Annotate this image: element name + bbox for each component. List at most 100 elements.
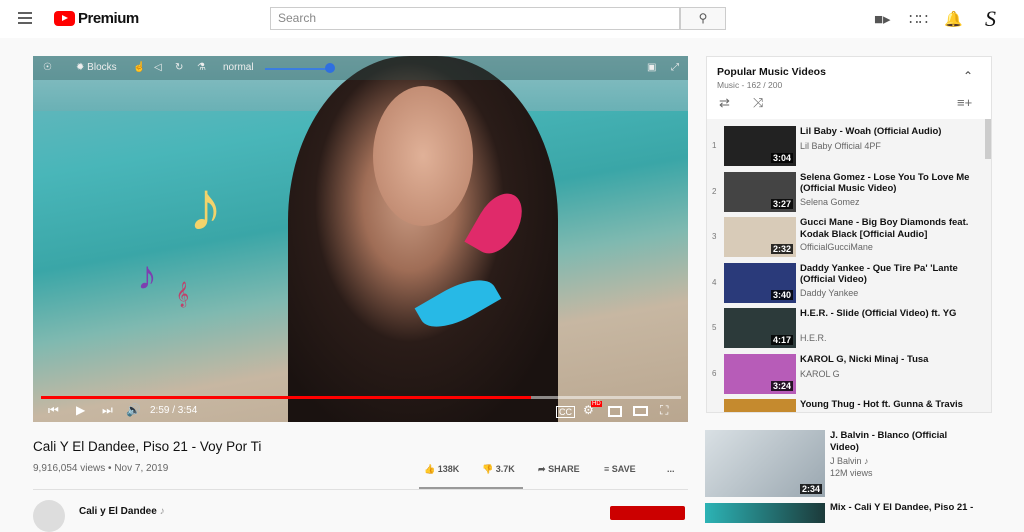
playlist-thumbnail[interactable]: 2:32 [724, 217, 796, 257]
loop-playlist-icon[interactable]: ⇄ [719, 95, 730, 111]
screenshot-icon[interactable]: ▣ [647, 62, 656, 73]
previous-icon[interactable]: ⏮ [48, 403, 59, 418]
up-next-views: 12M views [830, 468, 873, 478]
playlist-item-channel: Lil Baby Official 4PF [800, 141, 881, 151]
share-arrow-icon: ➦ [538, 464, 546, 474]
next-icon[interactable]: ⏭ [102, 403, 113, 418]
dislike-button[interactable]: 👎 3.7K [482, 464, 515, 475]
video-player[interactable]: ♪ ♪ 𝄞 ☉ ✹ Blocks ☝ ◁ ↻ ⚗ normal ▣ ⤢ ⏮ ▶ … [33, 56, 688, 422]
volume-icon[interactable]: 🔊 [126, 403, 141, 417]
play-icon[interactable]: ▶ [76, 403, 85, 417]
playlist-item-title: Daddy Yankee - Que Tire Pa' 'Lante (Offi… [800, 262, 958, 286]
channel-avatar[interactable] [33, 500, 65, 532]
playlist-item[interactable]: 6 3:24 KAROL G, Nicki Minaj - Tusa KAROL… [707, 351, 987, 396]
playlist-item[interactable]: 3 2:32 Gucci Mane - Big Boy Diamonds fea… [707, 214, 987, 259]
music-note-icon: ♪ [137, 254, 157, 298]
playlist-index: 2 [712, 186, 717, 196]
playlist-subtitle: Music - 162 / 200 [717, 80, 783, 90]
playlist-item-title: KAROL G, Nicki Minaj - Tusa [800, 353, 929, 365]
apps-grid-icon[interactable]: ∷∷ [909, 10, 928, 28]
time-display: 2:59 / 3:54 [150, 405, 198, 416]
playlist-thumbnail[interactable]: 3:04 [724, 126, 796, 166]
search-input[interactable]: Search [270, 7, 680, 30]
search-icon: ⚲ [698, 11, 708, 25]
duration-badge: 3:04 [770, 153, 793, 163]
menu-icon[interactable] [18, 12, 32, 24]
playlist-thumbnail[interactable]: 3:27 [724, 171, 796, 212]
playlist-item[interactable]: 1 3:04 Lil Baby - Woah (Official Audio) … [707, 123, 987, 168]
playlist-index: 3 [712, 232, 717, 241]
brand-label: Premium [78, 10, 139, 27]
playlist-thumbnail[interactable] [724, 399, 796, 412]
blocks-button[interactable]: ✹ Blocks [76, 62, 117, 73]
up-next-title[interactable]: J. Balvin - Blanco (Official Video) [830, 430, 970, 453]
like-button[interactable]: 👍 138K [424, 464, 459, 475]
duration-badge: 3:24 [770, 380, 793, 391]
playlist-index: 6 [712, 368, 717, 378]
create-video-icon[interactable]: ■▸ [874, 10, 891, 28]
more-actions-button[interactable]: ... [667, 464, 675, 474]
up-next-channel: J Balvin ♪ [830, 456, 869, 466]
up-next-thumbnail[interactable] [705, 503, 825, 523]
share-button[interactable]: ➦ SHARE [538, 464, 580, 475]
search-button[interactable]: ⚲ [680, 7, 726, 30]
duration-badge: 3:40 [770, 289, 793, 300]
music-note-icon: ♪ [188, 167, 223, 245]
thumb-icon[interactable]: ☝ [133, 62, 145, 73]
duration-badge: 2:32 [770, 244, 793, 254]
playlist-thumbnail[interactable]: 3:24 [724, 353, 796, 394]
megaphone-icon[interactable]: ◁ [154, 62, 162, 73]
playlist-item-channel: Daddy Yankee [800, 287, 859, 298]
captions-button[interactable]: CC [556, 406, 575, 418]
shuffle-icon[interactable]: ⤨ [753, 95, 763, 111]
playlist-item-title: Young Thug - Hot ft. Gunna & Travis Scot… [800, 399, 963, 412]
playlist-title[interactable]: Popular Music Videos [717, 66, 826, 78]
playlist-add-icon: ≡ [604, 464, 610, 474]
duration-badge: 4:17 [770, 335, 793, 345]
playlist-thumbnail[interactable]: 3:40 [724, 262, 796, 303]
fullscreen-icon[interactable]: ⛶ [660, 403, 668, 418]
theater-mode-icon[interactable] [633, 406, 648, 416]
notifications-bell-icon[interactable]: 🔔 [944, 10, 963, 28]
steering-wheel-icon[interactable]: ☉ [43, 62, 52, 73]
playlist-item[interactable]: 5 4:17 H.E.R. - Slide (Official Video) f… [707, 305, 987, 350]
avatar[interactable]: S [985, 6, 996, 32]
expand-icon[interactable]: ⤢ [671, 62, 679, 73]
up-next-thumbnail[interactable]: 2:34 [705, 430, 825, 497]
playlist-index: 5 [712, 323, 717, 332]
youtube-logo-icon[interactable] [54, 11, 75, 26]
speed-label: normal [223, 62, 254, 73]
channel-name[interactable]: Cali y El Dandee ♪ [79, 506, 165, 517]
playlist-item-title: Lil Baby - Woah (Official Audio) [800, 126, 942, 137]
thumbs-up-icon: 👍 [424, 464, 436, 474]
playlist-items: 1 3:04 Lil Baby - Woah (Official Audio) … [707, 119, 991, 412]
video-title: Cali Y El Dandee, Piso 21 - Voy Por Ti [33, 439, 262, 454]
miniplayer-icon[interactable] [608, 406, 622, 417]
music-clef-icon: 𝄞 [176, 281, 190, 306]
progress-bar[interactable] [41, 396, 681, 399]
thumbs-down-icon: 👎 [482, 464, 494, 474]
playlist-item[interactable]: 4 3:40 Daddy Yankee - Que Tire Pa' 'Lant… [707, 260, 987, 305]
loop-icon[interactable]: ↻ [175, 62, 183, 73]
video-meta: 9,916,054 views • Nov 7, 2019 [33, 463, 169, 474]
playlist-item-channel: KAROL G [800, 368, 840, 379]
collapse-chevron-icon[interactable]: ⌃ [963, 69, 973, 83]
up-next-title[interactable]: Mix - Cali Y El Dandee, Piso 21 - [830, 502, 973, 513]
playlist-item-title: Gucci Mane - Big Boy Diamonds feat. Koda… [800, 217, 969, 240]
divider [33, 489, 688, 490]
duration-badge: 3:27 [770, 198, 793, 209]
add-to-queue-icon[interactable]: ≡+ [957, 95, 972, 110]
save-button[interactable]: ≡ SAVE [604, 464, 636, 474]
playlist-item-title: H.E.R. - Slide (Official Video) ft. YG [800, 308, 957, 319]
flask-icon[interactable]: ⚗ [197, 62, 206, 73]
up-next-list: 2:34 J. Balvin - Blanco (Official Video)… [705, 430, 997, 523]
speed-slider-handle[interactable] [325, 63, 335, 73]
speed-slider[interactable] [265, 68, 329, 70]
playlist-thumbnail[interactable]: 4:17 [724, 308, 796, 348]
playlist-scrollbar[interactable] [985, 119, 991, 159]
top-header: Premium Search ⚲ ■▸ ∷∷ 🔔 S [0, 0, 1024, 38]
subscribe-button[interactable] [610, 506, 685, 520]
playlist-item[interactable]: 7 Young Thug - Hot ft. Gunna & Travis Sc… [707, 396, 987, 412]
video-frame-face [373, 86, 473, 226]
playlist-item[interactable]: 2 3:27 Selena Gomez - Lose You To Love M… [707, 169, 987, 214]
